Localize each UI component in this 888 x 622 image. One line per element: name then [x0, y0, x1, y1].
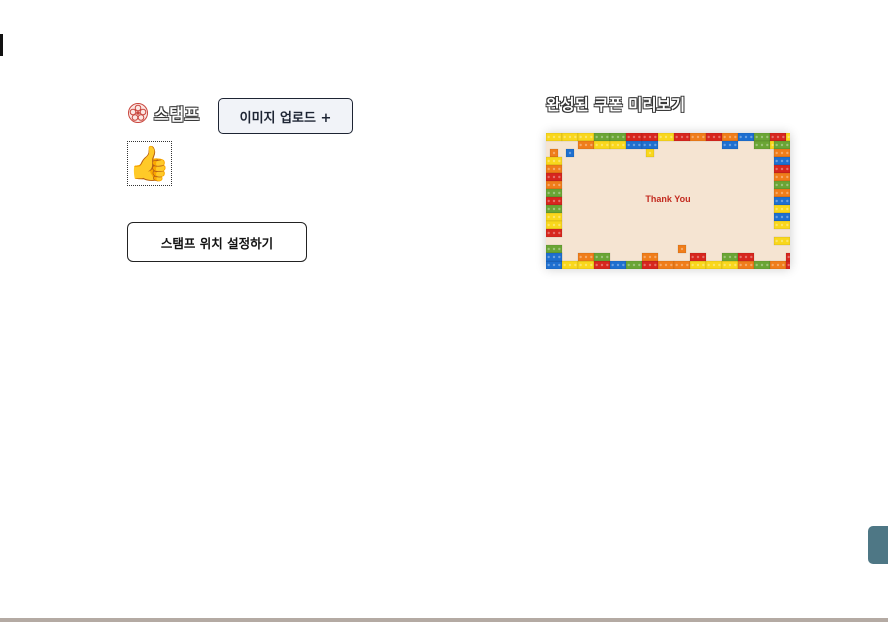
- stamp-thumbnail[interactable]: 👍: [127, 141, 172, 186]
- side-panel-tab[interactable]: [868, 526, 888, 564]
- coupon-preview: Thank You: [546, 133, 790, 269]
- set-stamp-position-button[interactable]: 스탬프 위치 설정하기: [127, 222, 307, 262]
- thumbs-up-icon: 👍: [128, 143, 171, 184]
- stamp-flower-icon: [127, 102, 149, 124]
- bottom-bar: [0, 618, 888, 622]
- coupon-text: Thank You: [645, 194, 691, 204]
- image-upload-button[interactable]: 이미지 업로드 +: [218, 98, 353, 134]
- stamp-section-header: 스탬프: [127, 101, 200, 125]
- coupon-preview-title: 완성된 쿠폰 미리보기: [546, 96, 686, 114]
- edge-indicator: [0, 34, 3, 56]
- stamp-title: 스탬프: [154, 105, 200, 124]
